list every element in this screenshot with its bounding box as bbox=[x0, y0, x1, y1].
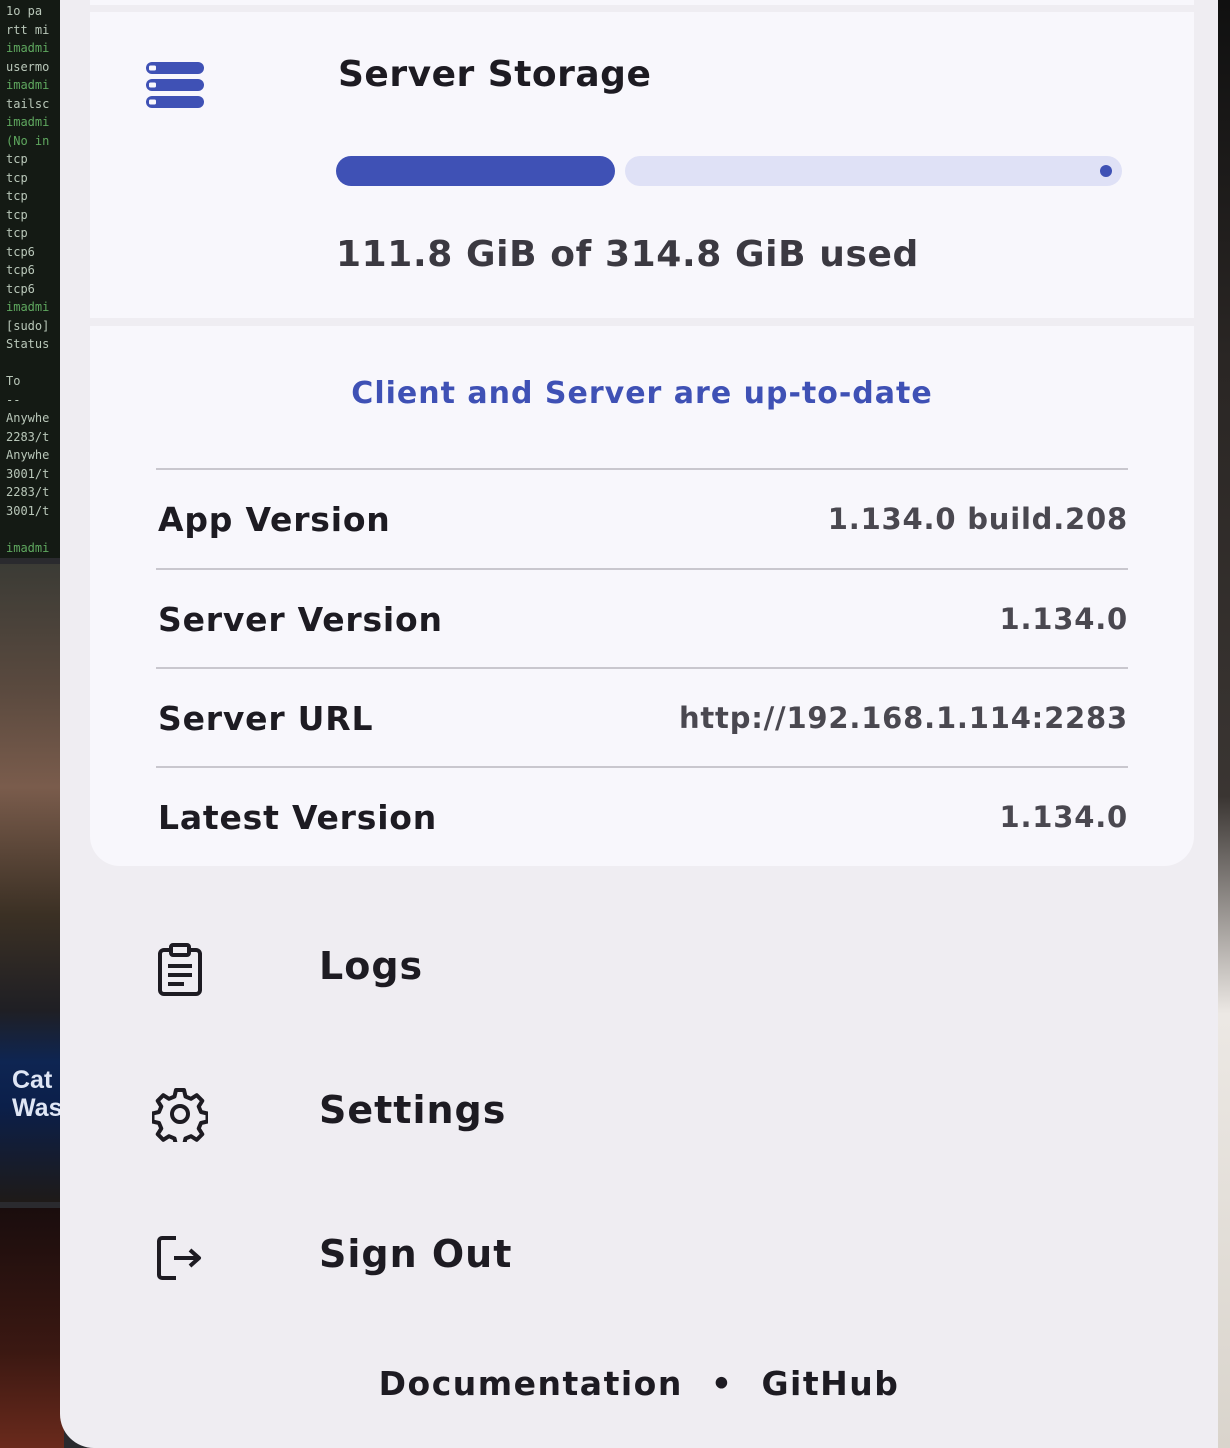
menu-item-settings[interactable]: Settings bbox=[90, 1062, 1194, 1162]
storage-stack-icon bbox=[146, 62, 204, 108]
storage-progress-bar bbox=[336, 156, 1122, 186]
menu-item-sign-out[interactable]: Sign Out bbox=[90, 1206, 1194, 1306]
progress-end-dot bbox=[1100, 165, 1112, 177]
info-row-latest-version: Latest Version 1.134.0 bbox=[156, 766, 1128, 865]
info-row-app-version: App Version 1.134.0 build.208 bbox=[156, 468, 1128, 567]
clipboard-list-icon bbox=[158, 943, 202, 996]
info-value: http://192.168.1.114:2283 bbox=[678, 701, 1128, 735]
footer-links: Documentation • GitHub bbox=[60, 1364, 1218, 1403]
storage-usage-text: 111.8 GiB of 314.8 GiB used bbox=[336, 234, 919, 275]
info-label: Latest Version bbox=[158, 798, 438, 837]
update-status-text: Client and Server are up-to-date bbox=[351, 376, 933, 411]
background-terminal-thumbnail: 1o pa rtt mi imadmi usermo imadmi tailsc… bbox=[0, 0, 64, 558]
info-value: 1.134.0 build.208 bbox=[827, 502, 1128, 536]
background-photo-thumbnail: Cat Was bbox=[0, 564, 64, 1202]
info-row-server-version: Server Version 1.134.0 bbox=[156, 568, 1128, 667]
info-label: Server Version bbox=[158, 600, 443, 639]
info-label: App Version bbox=[158, 500, 391, 539]
background-photo-caption: Cat Was bbox=[12, 1066, 63, 1122]
footer-separator: • bbox=[710, 1364, 734, 1403]
previous-card-edge bbox=[90, 0, 1194, 5]
documentation-link[interactable]: Documentation bbox=[379, 1364, 683, 1403]
account-bottom-sheet: Server Storage 111.8 GiB of 314.8 GiB us… bbox=[60, 0, 1218, 1448]
github-link[interactable]: GitHub bbox=[761, 1364, 899, 1403]
logout-icon bbox=[157, 1236, 201, 1280]
background-photo-thumbnail bbox=[0, 1208, 64, 1448]
info-value: 1.134.0 bbox=[999, 602, 1128, 636]
storage-progress-fill bbox=[336, 156, 615, 186]
storage-title: Server Storage bbox=[338, 54, 652, 95]
storage-progress-track bbox=[625, 156, 1122, 186]
info-value: 1.134.0 bbox=[999, 800, 1128, 834]
menu-item-label: Sign Out bbox=[319, 1232, 513, 1276]
menu-item-label: Settings bbox=[319, 1088, 507, 1132]
info-label: Server URL bbox=[158, 699, 374, 738]
gear-icon bbox=[152, 1088, 208, 1142]
server-storage-card: Server Storage 111.8 GiB of 314.8 GiB us… bbox=[90, 12, 1194, 318]
menu-item-label: Logs bbox=[319, 944, 424, 988]
menu-item-logs[interactable]: Logs bbox=[90, 918, 1194, 1018]
info-row-server-url: Server URL http://192.168.1.114:2283 bbox=[156, 667, 1128, 766]
server-info-card: Client and Server are up-to-date App Ver… bbox=[90, 326, 1194, 866]
